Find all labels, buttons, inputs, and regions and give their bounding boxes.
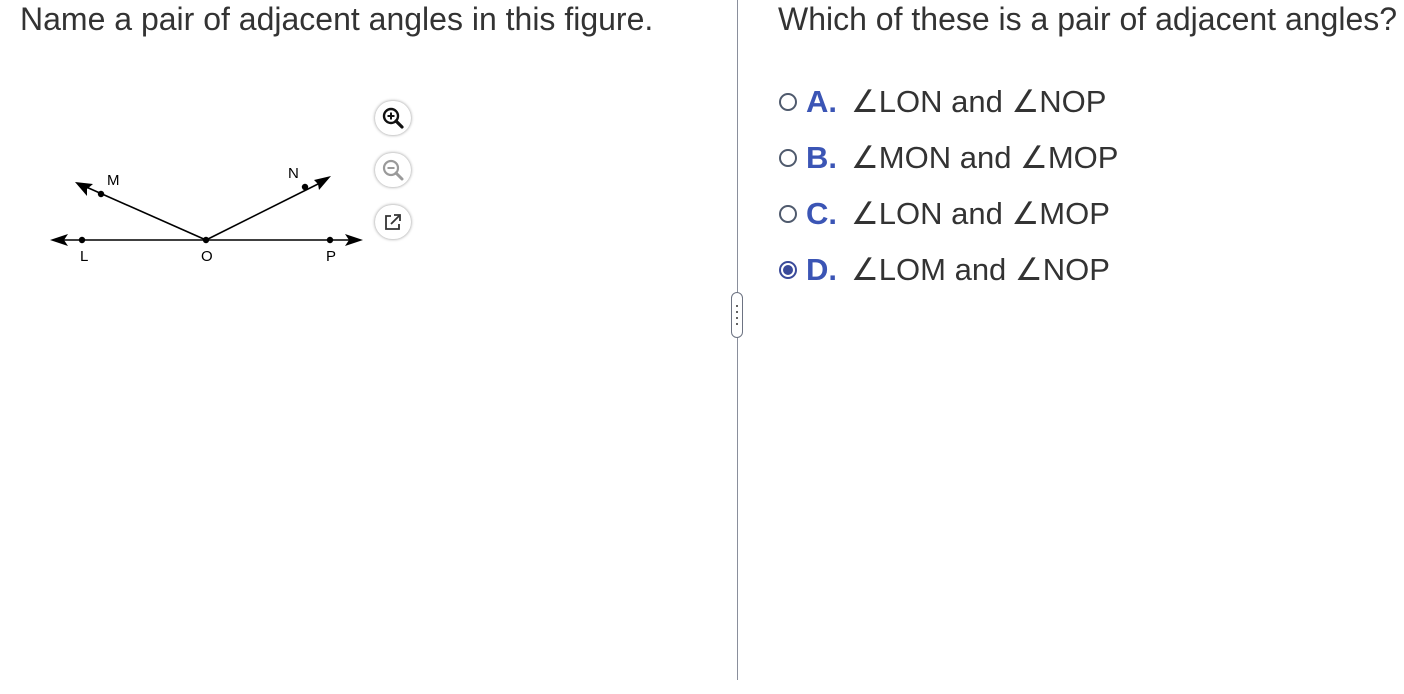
point-p: [326, 236, 334, 244]
angle-figure: L M O N P: [50, 165, 363, 265]
radio-selected-dot: [783, 265, 793, 275]
left-pane: Name a pair of adjacent angles in this f…: [0, 0, 738, 694]
option-letter: B.: [806, 140, 837, 175]
label-l: L: [80, 248, 88, 265]
right-pane: Which of these is a pair of adjacent ang…: [739, 0, 1404, 694]
option-text: ∠LOM and ∠NOP: [851, 252, 1110, 287]
point-o: [202, 236, 210, 244]
popout-icon: [385, 214, 401, 230]
arrow-n: [314, 176, 331, 190]
point-m: [97, 190, 105, 198]
point-l: [78, 236, 86, 244]
figure-question: Name a pair of adjacent angles in this f…: [20, 1, 654, 37]
label-o: O: [201, 248, 213, 265]
label-p: P: [326, 248, 336, 265]
option-letter: D.: [806, 252, 837, 287]
option-c[interactable]: C. ∠LON and ∠MOP: [779, 192, 1110, 236]
ray-on: [205, 181, 323, 241]
answer-question: Which of these is a pair of adjacent ang…: [778, 1, 1398, 37]
pane-divider: [737, 0, 738, 680]
option-letter: A.: [806, 84, 837, 119]
popout-button[interactable]: [375, 205, 411, 239]
option-text: ∠MON and ∠MOP: [851, 140, 1119, 175]
radio-c[interactable]: [779, 205, 797, 223]
zoom-in-button[interactable]: [375, 101, 411, 135]
option-letter: C.: [806, 196, 837, 231]
radio-a[interactable]: [779, 93, 797, 111]
option-text: ∠LON and ∠NOP: [851, 84, 1107, 119]
radio-d[interactable]: [779, 261, 797, 279]
label-n: N: [288, 165, 299, 182]
option-text: ∠LON and ∠MOP: [851, 196, 1110, 231]
zoom-in-icon: [382, 107, 404, 129]
zoom-out-icon: [382, 159, 404, 181]
label-m: M: [107, 172, 120, 189]
option-d[interactable]: D. ∠LOM and ∠NOP: [779, 248, 1110, 292]
option-b[interactable]: B. ∠MON and ∠MOP: [779, 136, 1118, 180]
zoom-out-button[interactable]: [375, 153, 411, 187]
point-n: [301, 183, 309, 191]
radio-b[interactable]: [779, 149, 797, 167]
option-a[interactable]: A. ∠LON and ∠NOP: [779, 80, 1106, 124]
